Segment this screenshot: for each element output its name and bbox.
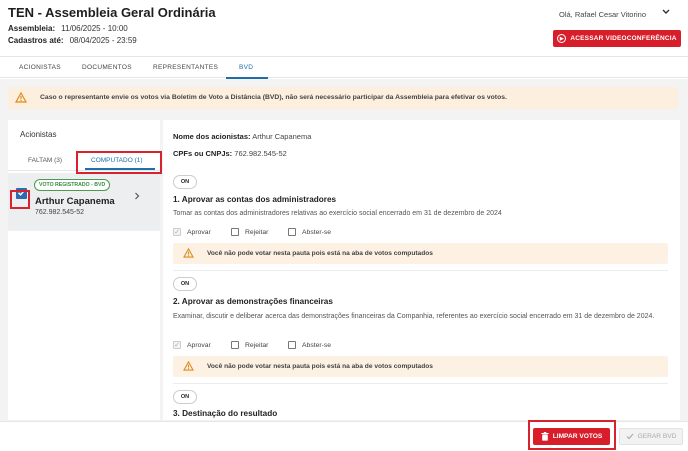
tab-faltam[interactable]: FALTAM (3) <box>28 157 62 164</box>
shareholder-list-item[interactable]: VOTO REGISTRADO - BVD Arthur Capanema 76… <box>8 173 160 231</box>
item-1-warning: Você não pode votar nesta pauta pois est… <box>173 243 668 264</box>
voting-panel: Nome dos acionistas: Arthur Capanema CPF… <box>163 120 680 420</box>
tab-representantes[interactable]: REPRESENTANTES <box>153 64 218 71</box>
check-icon <box>626 433 634 440</box>
item-2-title: 2. Aprovar as demonstrações financeiras <box>173 297 333 306</box>
checkbox[interactable] <box>231 341 239 349</box>
item-2-option-abstain[interactable]: Abster-se <box>288 341 331 349</box>
main-tabs: ACIONISTAS DOCUMENTOS REPRESENTANTES BVD <box>0 56 688 79</box>
item-2-option-reject[interactable]: Rejeitar <box>231 341 268 349</box>
option-label: Rejeitar <box>245 228 269 236</box>
checkbox-disabled-checked[interactable]: ✓ <box>173 341 181 349</box>
chevron-right-icon <box>134 192 140 202</box>
assembleia-label: Assembleia: <box>8 24 56 33</box>
checkbox[interactable] <box>288 341 296 349</box>
highlight-clear-votes <box>528 420 616 450</box>
cpf-value: 762.982.545-52 <box>234 149 287 158</box>
names-label: Nome dos acionistas: <box>173 132 251 141</box>
item-divider <box>173 270 668 271</box>
item-3-title: 3. Destinação do resultado <box>173 409 278 418</box>
cadastros-label: Cadastros até: <box>8 36 64 45</box>
checkbox[interactable] <box>231 228 239 236</box>
play-circle-icon: ▶ <box>557 34 567 43</box>
cadastros-value: 08/04/2025 - 23:59 <box>69 36 137 45</box>
option-label: Abster-se <box>302 228 332 236</box>
alert-text: Caso o representante envie os votos via … <box>40 94 507 101</box>
item-1-option-approve[interactable]: ✓ Aprovar <box>173 228 211 236</box>
warning-icon <box>183 248 194 258</box>
shareholder-cpf: 762.982.545-52 <box>35 209 85 216</box>
item-1-description: Tomar as contas dos administradores rela… <box>173 210 502 217</box>
bvd-info-alert: Caso o representante envie os votos via … <box>8 87 678 109</box>
item-2-warning: Você não pode votar nesta pauta pois est… <box>173 356 668 377</box>
user-menu[interactable]: Olá, Rafael Cesar Vitorino <box>559 10 646 19</box>
option-label: Aprovar <box>187 228 211 236</box>
chevron-down-icon[interactable] <box>662 8 670 17</box>
generate-bvd-label: GERAR BVD <box>637 433 677 440</box>
cpf-row: CPFs ou CNPJs: 762.982.545-52 <box>173 149 287 158</box>
cpf-label: CPFs ou CNPJs: <box>173 149 233 158</box>
videoconference-button[interactable]: ▶ ACESSAR VIDEOCONFERÊNCIA <box>553 30 681 47</box>
item-1-option-reject[interactable]: Rejeitar <box>231 228 268 236</box>
page-header: TEN - Assembleia Geral Ordinária Assembl… <box>0 0 688 56</box>
warning-text: Você não pode votar nesta pauta pois est… <box>207 250 433 257</box>
option-label: Abster-se <box>302 341 332 349</box>
checkbox[interactable] <box>288 228 296 236</box>
names-value: Arthur Capanema <box>252 132 312 141</box>
assembleia-value: 11/06/2025 - 10:00 <box>61 24 128 33</box>
item-3-toggle[interactable]: ON <box>173 390 197 404</box>
shareholders-title: Acionistas <box>20 130 57 139</box>
item-1-toggle[interactable]: ON <box>173 175 197 189</box>
tab-acionistas[interactable]: ACIONISTAS <box>19 64 61 71</box>
item-2-toggle[interactable]: ON <box>173 277 197 291</box>
page-title: TEN - Assembleia Geral Ordinária <box>8 5 216 20</box>
item-1-option-abstain[interactable]: Abster-se <box>288 228 331 236</box>
warning-text: Você não pode votar nesta pauta pois est… <box>207 363 433 370</box>
generate-bvd-button[interactable]: GERAR BVD <box>619 428 683 445</box>
item-1-title: 1. Aprovar as contas dos administradores <box>173 195 337 204</box>
tab-bvd[interactable]: BVD <box>239 64 253 71</box>
warning-icon <box>15 92 27 103</box>
item-2-description: Examinar, discutir e deliberar acerca da… <box>173 313 655 320</box>
option-label: Rejeitar <box>245 341 269 349</box>
highlight-computado-tab <box>76 151 162 174</box>
option-label: Aprovar <box>187 341 211 349</box>
item-divider <box>173 383 668 384</box>
shareholder-names-row: Nome dos acionistas: Arthur Capanema <box>173 132 311 141</box>
vote-registered-badge: VOTO REGISTRADO - BVD <box>34 179 111 191</box>
videoconference-button-label: ACESSAR VIDEOCONFERÊNCIA <box>570 35 677 42</box>
tab-documentos[interactable]: DOCUMENTOS <box>82 64 132 71</box>
assembleia-date: Assembleia: 11/06/2025 - 10:00 <box>8 24 128 33</box>
item-2-option-approve[interactable]: ✓ Aprovar <box>173 341 211 349</box>
highlight-checkbox <box>10 190 30 209</box>
cadastros-date: Cadastros até: 08/04/2025 - 23:59 <box>8 36 137 45</box>
checkbox-disabled-checked[interactable]: ✓ <box>173 228 181 236</box>
shareholder-name: Arthur Capanema <box>35 196 115 207</box>
warning-icon <box>183 361 194 371</box>
